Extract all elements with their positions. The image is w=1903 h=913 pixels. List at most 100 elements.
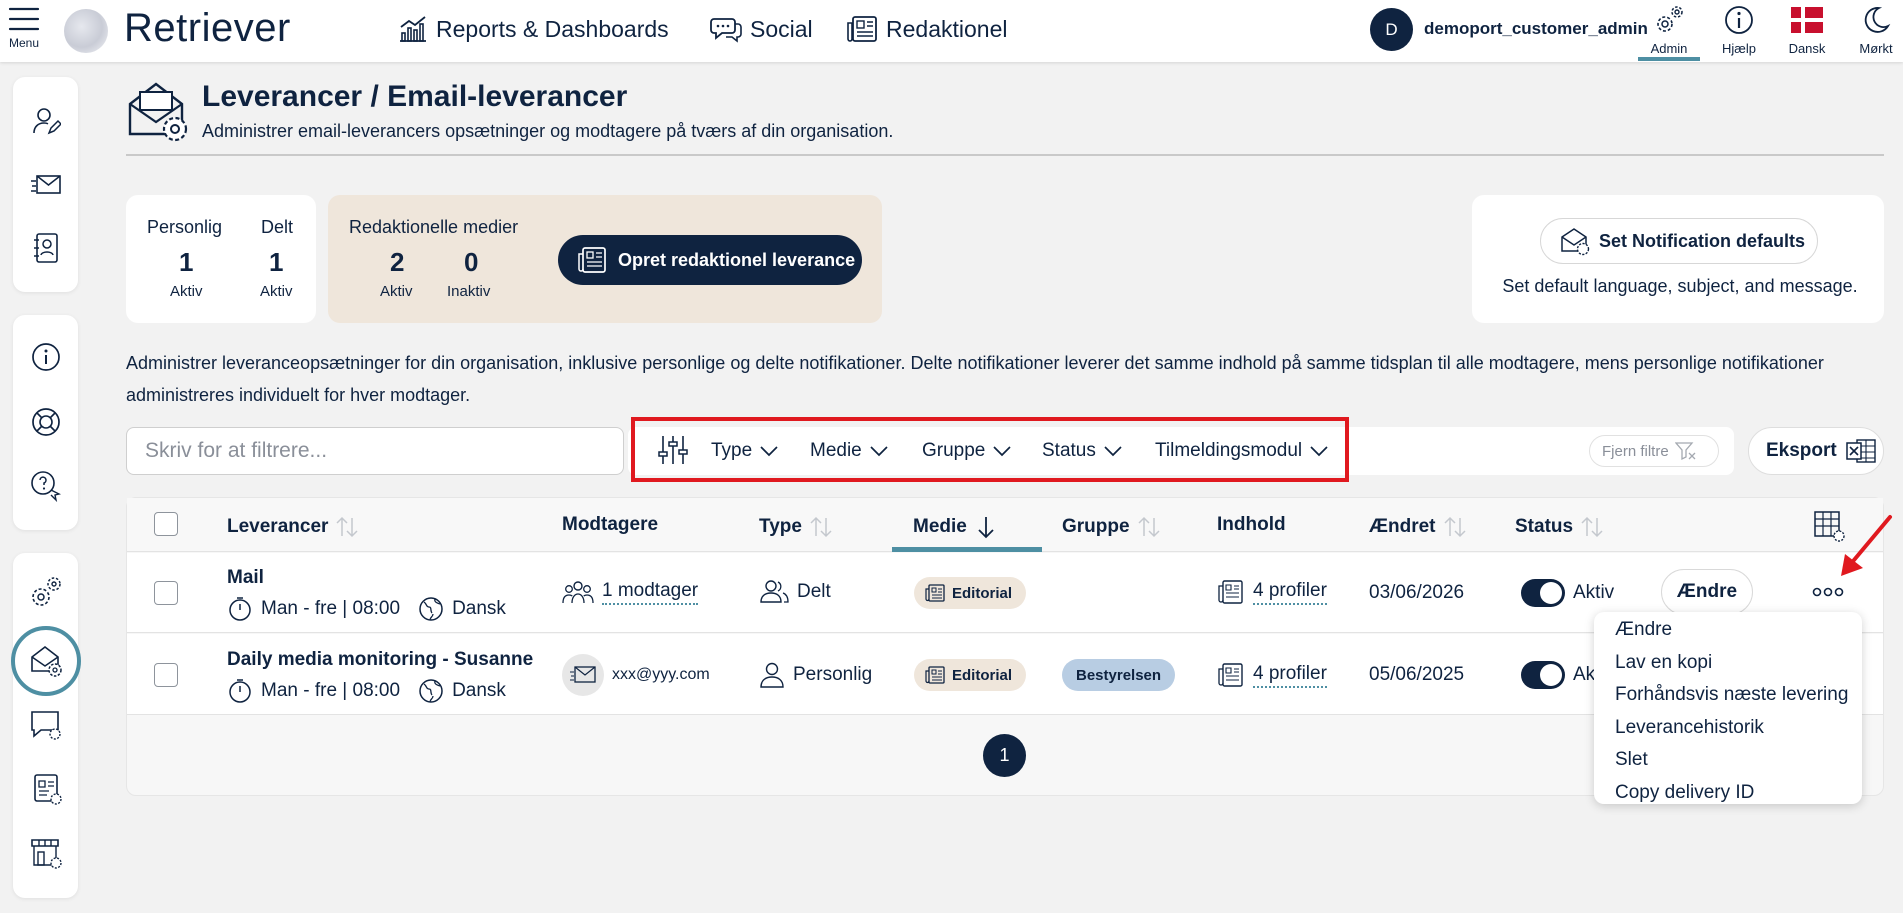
recipients-cell[interactable]: 1 modtager — [562, 578, 699, 606]
language-text: Dansk — [452, 680, 506, 701]
settings-gears-icon[interactable] — [29, 575, 63, 609]
delivery-schedule: Man - fre | 08:00 Dansk — [227, 678, 506, 704]
sidebar-item-email-deliveries[interactable] — [11, 626, 81, 696]
menu-item-history[interactable]: Leverancehistorik — [1594, 712, 1862, 745]
delivery-name[interactable]: Mail — [227, 567, 264, 589]
select-all-checkbox[interactable] — [154, 512, 178, 536]
chat-icon — [710, 15, 742, 43]
menu-item-edit[interactable]: Ændre — [1594, 614, 1862, 647]
retriever-logo-icon[interactable] — [64, 9, 108, 53]
profiles-link[interactable]: 4 profiler — [1253, 663, 1327, 688]
content-cell[interactable]: 4 profiler — [1217, 661, 1327, 689]
status-toggle[interactable] — [1521, 661, 1565, 689]
mail-settings-icon — [1559, 226, 1591, 256]
user-avatar[interactable]: D — [1370, 8, 1413, 51]
language-button[interactable]: Dansk — [1776, 3, 1838, 56]
notification-description: Set default language, subject, and messa… — [1502, 276, 1858, 296]
column-header-aendret[interactable]: Ændret — [1369, 514, 1468, 540]
column-header-status[interactable]: Status — [1515, 514, 1605, 540]
row-checkbox[interactable] — [154, 663, 178, 687]
export-button[interactable]: Eksport — [1748, 427, 1884, 475]
sort-icon — [1442, 514, 1468, 540]
editorial-active-label: Aktiv — [380, 283, 413, 300]
menu-item-preview[interactable]: Forhåndsvis næste levering — [1594, 679, 1862, 712]
store-settings-icon[interactable] — [29, 836, 63, 870]
delivery-name[interactable]: Daily media monitoring - Susanne — [227, 649, 533, 671]
type-cell: Delt — [759, 578, 831, 606]
pagination-page-1[interactable]: 1 — [983, 734, 1026, 777]
sort-icon — [334, 514, 360, 540]
newspaper-icon — [1217, 661, 1245, 689]
stopwatch-icon — [227, 596, 253, 622]
medie-badge: Editorial — [914, 659, 1027, 691]
menu-item-copy-id[interactable]: Copy delivery ID — [1594, 777, 1862, 810]
nav-label: Social — [750, 15, 813, 42]
column-header-leverancer[interactable]: Leverancer — [227, 514, 360, 540]
help-button[interactable]: Hjælp — [1708, 3, 1770, 56]
highlight-box — [631, 417, 1349, 482]
column-header-type[interactable]: Type — [759, 514, 834, 540]
page-description: Administrer leveranceopsætninger for din… — [126, 353, 1824, 405]
recipients-cell[interactable]: xxx@yyy.com — [562, 654, 710, 696]
changed-date: 05/06/2025 — [1369, 664, 1465, 685]
recipients-link[interactable]: 1 modtager — [602, 580, 699, 605]
clear-filters-button[interactable]: Fjern filtre — [1589, 435, 1719, 467]
admin-active-indicator — [1638, 57, 1700, 61]
clear-filter-icon — [1674, 441, 1697, 461]
gear-icon — [1638, 3, 1700, 37]
user-name[interactable]: demoport_customer_admin — [1424, 19, 1648, 39]
logo-text[interactable]: Retriever — [124, 6, 291, 51]
person-icon — [759, 661, 785, 689]
schedule-text: Man - fre | 08:00 — [261, 598, 401, 619]
menu-item-delete[interactable]: Slet — [1594, 744, 1862, 777]
export-label: Eksport — [1766, 440, 1837, 461]
shared-count: 1 — [269, 247, 284, 277]
sort-icon — [1136, 514, 1162, 540]
filter-search-input[interactable] — [126, 427, 624, 475]
status-text: Ak — [1573, 664, 1596, 685]
admin-button[interactable]: Admin — [1638, 3, 1700, 56]
delivery-schedule: Man - fre | 08:00 Dansk — [227, 596, 506, 622]
sort-icon — [1579, 514, 1605, 540]
row-checkbox[interactable] — [154, 581, 178, 605]
dark-mode-button[interactable]: Mørkt — [1845, 3, 1903, 56]
send-mail-icon[interactable] — [29, 168, 63, 202]
schedule-text: Man - fre | 08:00 — [261, 680, 401, 701]
status-toggle[interactable] — [1521, 579, 1565, 607]
page-title: Leverancer / Email-leverancer — [202, 80, 628, 113]
create-editorial-delivery-button[interactable]: Opret redaktionel leverance — [558, 235, 862, 285]
more-options-icon[interactable] — [1812, 582, 1844, 602]
personal-count: 1 — [179, 247, 194, 277]
menu-item-copy[interactable]: Lav en kopi — [1594, 647, 1862, 680]
info-icon[interactable] — [29, 340, 63, 374]
profiles-link[interactable]: 4 profiler — [1253, 580, 1327, 605]
newspaper-icon — [846, 15, 878, 43]
newspaper-settings-icon[interactable] — [29, 772, 63, 806]
nav-reports-dashboards[interactable]: Reports & Dashboards — [398, 12, 669, 46]
contact-book-icon[interactable] — [29, 231, 63, 265]
nav-social[interactable]: Social — [710, 12, 813, 46]
chat-settings-icon[interactable] — [29, 708, 63, 742]
set-notification-defaults-button[interactable]: Set Notification defaults — [1540, 218, 1818, 264]
column-header-gruppe[interactable]: Gruppe — [1062, 514, 1162, 540]
column-header-medie[interactable]: Medie — [913, 514, 999, 540]
nav-label: Reports & Dashboards — [436, 15, 669, 42]
menu-button[interactable]: Menu — [8, 6, 40, 50]
medie-text: Editorial — [952, 666, 1013, 684]
personal-label: Personlig — [147, 217, 223, 237]
lifebuoy-icon[interactable] — [29, 405, 63, 439]
header-label: Status — [1515, 516, 1574, 537]
header-label: Gruppe — [1062, 516, 1130, 537]
content-cell[interactable]: 4 profiler — [1217, 578, 1327, 606]
newspaper-icon — [924, 665, 946, 685]
support-chat-icon[interactable] — [29, 469, 63, 503]
newspaper-icon — [576, 245, 608, 275]
status-text: Aktiv — [1573, 582, 1615, 603]
globe-icon — [418, 678, 444, 704]
user-edit-icon[interactable] — [29, 104, 63, 138]
edit-button[interactable]: Ændre — [1661, 569, 1753, 615]
tool-label: Admin — [1650, 41, 1688, 56]
changed-date: 03/06/2026 — [1369, 582, 1465, 603]
editorial-inactive-label: Inaktiv — [447, 283, 491, 300]
nav-redaktionel[interactable]: Redaktionel — [846, 12, 1007, 46]
